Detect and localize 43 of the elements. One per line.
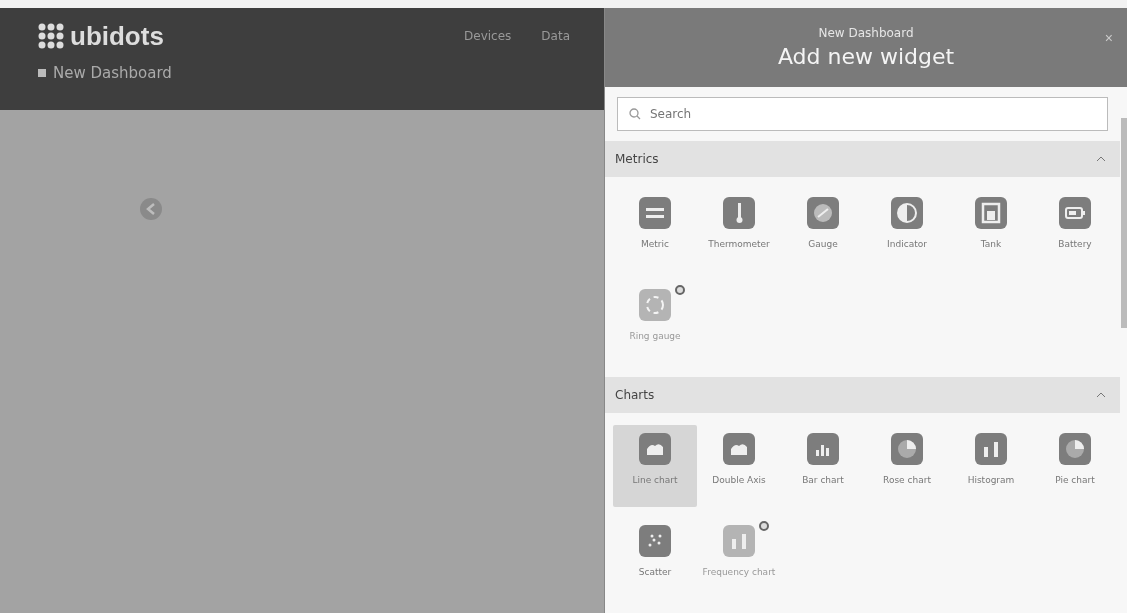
widget-label: Histogram bbox=[966, 475, 1016, 485]
section-title: Metrics bbox=[615, 152, 659, 166]
widget-label: Pie chart bbox=[1054, 475, 1096, 485]
widget-label: Scatter bbox=[637, 567, 673, 577]
widget-tile[interactable]: Scatter bbox=[613, 517, 697, 599]
logo-icon bbox=[38, 23, 64, 49]
widget-label: Battery bbox=[1057, 239, 1093, 249]
widget-label: Gauge bbox=[807, 239, 839, 249]
widget-tile[interactable]: Gauge bbox=[781, 189, 865, 271]
widget-label: Rose chart bbox=[882, 475, 932, 485]
nav-link[interactable]: Data bbox=[541, 29, 570, 43]
search-field[interactable]: Search bbox=[617, 97, 1108, 131]
scrollbar[interactable] bbox=[1121, 118, 1127, 328]
widget-tile[interactable]: Metric bbox=[613, 189, 697, 271]
section-title: Charts bbox=[615, 388, 655, 402]
panel-title: Add new widget bbox=[777, 44, 955, 69]
panel-subtitle: New Dashboard bbox=[818, 26, 914, 40]
widget-label: Line chart bbox=[631, 475, 679, 485]
widget-tile[interactable]: Line chart bbox=[613, 425, 697, 507]
widget-label: Thermometer bbox=[707, 239, 771, 249]
widget-label: Double Axis bbox=[711, 475, 767, 485]
widget-tile[interactable]: Double Axis bbox=[697, 425, 781, 507]
logo-text: ubidots bbox=[70, 20, 164, 52]
search-icon bbox=[629, 108, 641, 120]
widget-label: Ring gauge bbox=[628, 331, 682, 341]
widget-label: Bar chart bbox=[801, 475, 845, 485]
widget-tile[interactable]: Tank bbox=[949, 189, 1033, 271]
widget-tile[interactable]: Histogram bbox=[949, 425, 1033, 507]
widget-label: Tank bbox=[979, 239, 1003, 249]
dashboard-title[interactable]: New Dashboard bbox=[53, 64, 172, 82]
widget-label: Frequency chart bbox=[701, 567, 777, 577]
close-button[interactable]: × bbox=[1104, 30, 1113, 46]
widget-tile[interactable]: Battery bbox=[1033, 189, 1117, 271]
section-header[interactable]: Metrics bbox=[605, 141, 1120, 177]
widget-tile[interactable]: Indicator bbox=[865, 189, 949, 271]
section-header[interactable]: Charts bbox=[605, 377, 1120, 413]
widget-tile[interactable]: Bar chart bbox=[781, 425, 865, 507]
widget-tile[interactable]: Rose chart bbox=[865, 425, 949, 507]
widget-tile[interactable]: Pie chart bbox=[1033, 425, 1117, 507]
widget-label: Indicator bbox=[886, 239, 928, 249]
nav-link[interactable]: Devices bbox=[464, 29, 512, 43]
widget-label: Metric bbox=[640, 239, 670, 249]
widget-tile[interactable]: Thermometer bbox=[697, 189, 781, 271]
